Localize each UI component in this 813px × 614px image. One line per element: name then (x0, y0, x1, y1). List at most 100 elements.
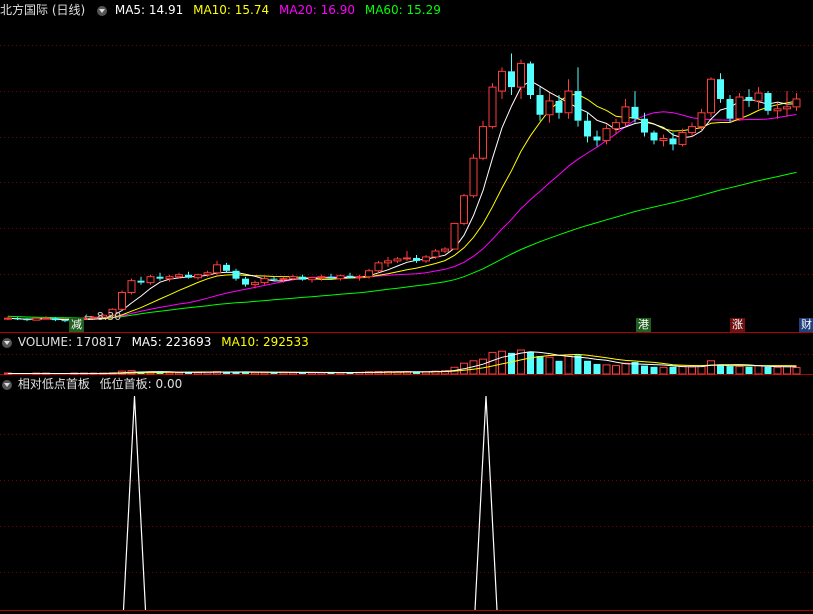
volume-bar-up (564, 355, 573, 375)
volume-bar-up (754, 365, 763, 375)
candle-body-down (242, 278, 249, 285)
candle-body-up (602, 128, 611, 141)
candle-body-down (745, 96, 753, 101)
candle-body-up (498, 70, 506, 92)
volume-title: VOLUME: 170817 (17, 335, 122, 349)
volume-bar-down (717, 364, 724, 374)
candle-body-up (118, 292, 126, 310)
ma60-line (7, 171, 797, 319)
volume-bar-up (488, 351, 497, 375)
candle-body-up (260, 278, 269, 284)
volume-bar-up (612, 365, 620, 375)
volume-bar-up (602, 364, 611, 375)
volume-panel-header: VOLUME: 170817 MA5: 223693 MA10: 292533 (0, 334, 315, 350)
candle-body-up (42, 317, 50, 320)
low-price-label: 8.30 (96, 310, 122, 323)
candle-body-up (697, 112, 706, 128)
volume-bar-up (783, 366, 791, 375)
candle-body-up (621, 106, 630, 124)
candle-body-up (308, 277, 316, 281)
low-price-marker: ← 8.30 (84, 310, 122, 323)
stock-chart-window: 北方国际 (日线) MA5: 14.91 MA10: 15.74 MA20: 1… (0, 0, 813, 614)
candle-body-up (4, 317, 12, 320)
ma10-line (7, 93, 797, 320)
candle-body-down (508, 71, 515, 88)
candle-body-up (678, 132, 687, 145)
candle-body-up (279, 278, 288, 281)
candle-body-up (403, 257, 411, 260)
volume-bar-down (574, 355, 582, 374)
indicator-dropdown-icon[interactable] (2, 379, 12, 390)
candle-body-down (726, 98, 734, 119)
volume-bar-up (792, 367, 801, 375)
volume-bar-down (764, 366, 772, 374)
candle-body-up (289, 276, 297, 280)
volume-bar-up (678, 365, 687, 375)
event-badge-finance[interactable]: 财 (799, 318, 813, 332)
indicator-name: 相对低点首板 (17, 377, 90, 391)
ma60-legend: MA60: 15.29 (364, 3, 441, 17)
candle-body-up (175, 274, 183, 278)
volume-bar-up (545, 356, 554, 375)
candle-body-up (384, 260, 392, 264)
event-badge-hk[interactable]: 港 (636, 318, 651, 332)
volume-bar-down (593, 363, 601, 374)
volume-bar-down (745, 366, 753, 374)
indicator-spike (474, 395, 498, 611)
volume-bar-up (688, 366, 696, 375)
candle-body-down (413, 257, 420, 261)
candle-body-up (707, 78, 715, 114)
candle-body-up (213, 264, 221, 274)
event-badge-reduce[interactable]: 减 (69, 318, 84, 332)
candle-body-up (612, 122, 620, 130)
candle-body-down (14, 318, 21, 320)
volume-ma10-legend: MA10: 292533 (221, 335, 309, 349)
stock-title[interactable]: 北方国际 (日线) (0, 3, 85, 17)
main-panel-header: 北方国际 (日线) MA5: 14.91 MA10: 15.74 MA20: 1… (0, 2, 447, 18)
candle-body-down (584, 120, 591, 137)
candle-body-down (346, 275, 354, 278)
ma5-legend: MA5: 14.91 (114, 3, 184, 17)
settings-dropdown-icon[interactable] (97, 5, 108, 16)
candle-body-down (223, 264, 230, 271)
candle-body-up (792, 98, 801, 108)
candle-body-up (251, 282, 259, 286)
candle-body-down (299, 276, 306, 280)
candle-body-up (441, 248, 449, 252)
candle-body-down (669, 138, 677, 145)
candle-body-down (764, 93, 772, 111)
candle-body-down (156, 276, 164, 279)
candle-body-down (593, 136, 601, 141)
candle-body-up (469, 157, 478, 197)
candle-body-up (365, 270, 373, 278)
volume-bar-up (735, 365, 744, 375)
candle-body-up (460, 195, 468, 224)
candle-body-up (754, 92, 763, 102)
candle-body-up (688, 126, 696, 134)
candle-body-up (336, 275, 345, 280)
ma20-line (7, 111, 797, 320)
candle-body-down (52, 318, 59, 321)
volume-bar-up (479, 358, 487, 375)
volume-bar-down (536, 356, 544, 374)
candle-body-down (536, 95, 544, 115)
volume-bar-up (621, 362, 630, 375)
event-badge-rise[interactable]: 涨 (730, 318, 745, 332)
candle-body-up (488, 86, 497, 128)
candle-body-up (165, 276, 174, 280)
candle-body-down (555, 100, 563, 113)
candle-body-down (185, 274, 192, 278)
candle-body-up (517, 62, 525, 88)
candle-body-up (773, 108, 782, 112)
volume-ma5-line (8, 351, 797, 374)
candle-body-down (327, 276, 335, 279)
candle-body-up (374, 262, 383, 272)
volume-bar-down (584, 360, 591, 374)
volume-bar-up (707, 360, 715, 375)
candle-body-up (317, 276, 326, 279)
volume-dropdown-icon[interactable] (2, 337, 12, 348)
candle-body-up (422, 256, 430, 262)
candle-body-up (450, 222, 459, 250)
volume-bar-up (659, 366, 668, 375)
candle-body-down (23, 319, 31, 321)
